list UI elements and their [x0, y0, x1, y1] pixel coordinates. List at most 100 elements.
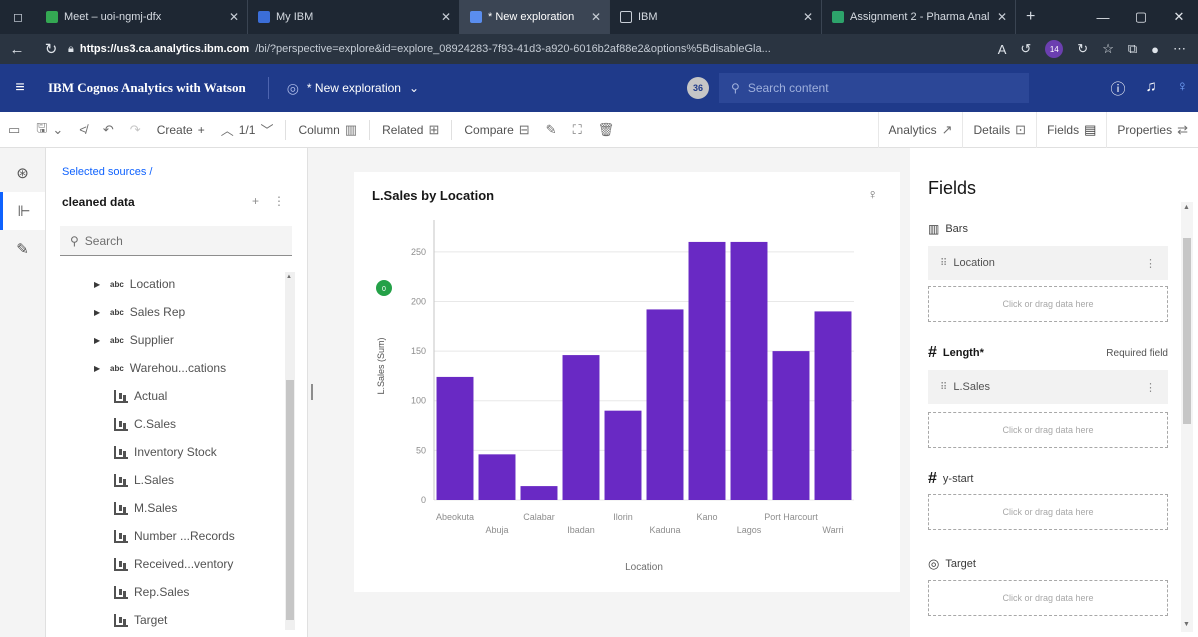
bars-drop-zone[interactable]: Click or drag data here — [928, 286, 1168, 322]
column-chart-button[interactable]: Column ▥ — [290, 122, 365, 138]
profile-icon[interactable]: ● — [1151, 42, 1159, 57]
notification-count-badge[interactable]: 36 — [687, 77, 710, 99]
target-drop-zone[interactable]: Click or drag data here — [928, 580, 1168, 616]
user-icon[interactable]: ♀ — [1177, 78, 1188, 99]
visualization-card[interactable]: 0 50 100 150 200 250 Abeokuta Abuja Calabar Ibada… — [354, 172, 900, 592]
length-field-chip[interactable]: ⠿ L.Sales ⋮ — [928, 370, 1168, 404]
tree-item-measure[interactable]: Received...ventory — [46, 550, 284, 578]
scrollbar-thumb[interactable] — [286, 380, 294, 620]
page-up-icon[interactable]: ︿ — [221, 120, 234, 139]
undo-icon[interactable]: ↶ — [95, 122, 122, 138]
scroll-up-icon[interactable]: ▲ — [286, 274, 292, 280]
bar[interactable] — [436, 376, 474, 500]
source-menu-icon[interactable]: ⋮ — [273, 194, 285, 208]
read-aloud-icon[interactable]: A — [998, 42, 1007, 57]
exploration-title[interactable]: ◎ * New exploration ⌄ — [269, 80, 419, 97]
bar[interactable] — [478, 454, 516, 500]
browser-tab-ibm[interactable]: IBM ✕ — [610, 0, 822, 34]
tree-item-dimension[interactable]: ▶ abc Sales Rep — [46, 298, 284, 326]
refresh-extension-icon[interactable]: ↻ — [1077, 41, 1088, 57]
back-icon[interactable]: ← — [0, 41, 34, 58]
bar[interactable] — [772, 351, 810, 500]
bar[interactable] — [604, 410, 642, 500]
analytics-tab[interactable]: Analytics ↗ — [877, 111, 963, 148]
bar[interactable] — [814, 311, 852, 500]
data-tree-icon[interactable]: ⊩ — [0, 192, 45, 230]
tree-item-measure[interactable]: Number ...Records — [46, 522, 284, 550]
browser-tab-new-exploration[interactable]: * New exploration ✕ — [460, 0, 610, 34]
minimize-icon[interactable]: — — [1084, 0, 1122, 34]
panel-resize-handle[interactable] — [311, 384, 313, 400]
restore-icon[interactable]: ▢ — [1122, 0, 1160, 34]
extension-badge-icon[interactable]: 14 — [1045, 40, 1064, 58]
source-search-input[interactable]: ⚲ Search — [60, 226, 292, 256]
close-tab-icon[interactable]: ✕ — [441, 10, 451, 24]
close-tab-icon[interactable]: ✕ — [591, 10, 601, 24]
tree-item-dimension[interactable]: ▶ abc Supplier — [46, 326, 284, 354]
scroll-down-icon[interactable]: ▼ — [1183, 621, 1190, 628]
tree-item-measure[interactable]: C.Sales — [46, 410, 284, 438]
tree-item-dimension[interactable]: ▶ abc Location — [46, 270, 284, 298]
add-source-icon[interactable]: + — [252, 194, 259, 208]
share-icon[interactable]: ≮ — [71, 122, 95, 137]
chip-menu-icon[interactable]: ⋮ — [1145, 381, 1156, 394]
close-tab-icon[interactable]: ✕ — [229, 10, 239, 24]
insights-bulb-icon[interactable]: ♀ — [868, 186, 879, 202]
pin-panel-icon[interactable]: ✎ — [0, 230, 45, 268]
scrollbar-thumb[interactable] — [1183, 238, 1191, 424]
length-drop-zone[interactable]: Click or drag data here — [928, 412, 1168, 448]
bars-field-chip[interactable]: ⠿ Location ⋮ — [928, 246, 1168, 280]
collections-icon[interactable]: ⧉ — [1128, 41, 1137, 57]
bar[interactable] — [646, 309, 684, 500]
pin-icon[interactable]: ✎ — [538, 122, 565, 138]
tree-item-dimension[interactable]: ▶ abc Warehou...cations — [46, 354, 284, 382]
tree-item-measure[interactable]: M.Sales — [46, 494, 284, 522]
expand-arrow-icon[interactable]: ▶ — [94, 336, 104, 345]
page-down-icon[interactable]: ﹀ — [260, 120, 273, 139]
tree-item-measure[interactable]: Target — [46, 606, 284, 630]
delete-icon[interactable]: 🗑︎ — [590, 122, 623, 138]
refresh-icon[interactable]: ↻ — [34, 40, 68, 58]
save-button[interactable]: 🖫︎ ⌄ — [28, 119, 71, 141]
sidebar-toggle-icon[interactable]: ▭ — [0, 122, 28, 138]
help-icon[interactable]: ⓘ — [1110, 78, 1125, 99]
url-field[interactable]: 🔒︎ https://us3.ca.analytics.ibm.com/bi/?… — [68, 38, 986, 60]
expand-arrow-icon[interactable]: ▶ — [94, 364, 104, 373]
expand-arrow-icon[interactable]: ▶ — [94, 280, 104, 289]
new-tab-button[interactable]: + — [1016, 0, 1045, 34]
focus-icon[interactable]: ⛶ — [565, 122, 590, 138]
tree-item-measure[interactable]: Rep.Sales — [46, 578, 284, 606]
browser-tab-assignment[interactable]: Assignment 2 - Pharma Anal ✕ — [822, 0, 1016, 34]
drag-grip-icon[interactable]: ⠿ — [940, 258, 947, 269]
fields-tab[interactable]: Fields ▤ — [1036, 111, 1106, 148]
search-content-input[interactable]: ⚲ Search content — [719, 73, 1030, 103]
bar[interactable] — [520, 486, 558, 500]
page-navigator[interactable]: ︿ 1/1 ﹀ — [213, 120, 282, 139]
ystart-drop-zone[interactable]: Click or drag data here — [928, 494, 1168, 530]
scroll-up-icon[interactable]: ▲ — [1183, 204, 1190, 211]
tree-item-measure[interactable]: Actual — [46, 382, 284, 410]
browser-tab-meet[interactable]: Meet – uoi-ngmj-dfx ✕ — [36, 0, 248, 34]
details-tab[interactable]: Details ⊡ — [962, 111, 1036, 148]
compare-button[interactable]: Compare ⊟ — [456, 122, 537, 138]
properties-tab[interactable]: Properties ⇄ — [1106, 111, 1198, 148]
bar[interactable] — [688, 241, 726, 500]
tree-scrollbar[interactable]: ▲ — [285, 272, 295, 630]
tree-item-measure[interactable]: Inventory Stock — [46, 438, 284, 466]
data-sources-icon[interactable]: ⊛ — [0, 154, 45, 192]
hamburger-menu-icon[interactable]: ≡ — [0, 79, 40, 97]
redo-icon[interactable]: ↷ — [122, 122, 149, 138]
more-icon[interactable]: ⋯ — [1173, 41, 1186, 57]
sync-icon[interactable]: ↺ — [1020, 41, 1031, 57]
favorites-icon[interactable]: ☆ — [1102, 41, 1114, 57]
browser-tab-myibm[interactable]: My IBM ✕ — [248, 0, 460, 34]
bar[interactable] — [562, 355, 600, 500]
breadcrumb[interactable]: Selected sources / — [62, 166, 153, 178]
drag-grip-icon[interactable]: ⠿ — [940, 382, 947, 393]
create-button[interactable]: Create + — [149, 123, 213, 137]
chevron-down-icon[interactable]: ⌄ — [409, 81, 419, 95]
notifications-bell-icon[interactable]: ♫ — [1146, 78, 1157, 99]
bar[interactable] — [730, 241, 768, 500]
close-tab-icon[interactable]: ✕ — [803, 10, 813, 24]
expand-arrow-icon[interactable]: ▶ — [94, 308, 104, 317]
